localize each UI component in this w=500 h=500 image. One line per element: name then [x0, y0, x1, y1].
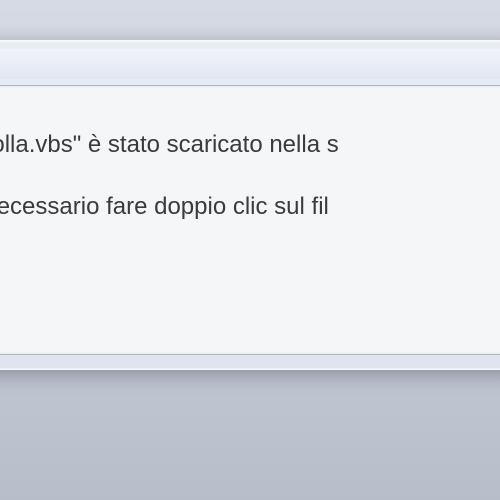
dialog-window: ontrolla.vbs" è stato scaricato nella s …	[0, 40, 500, 370]
dialog-titlebar[interactable]	[0, 49, 500, 79]
message-line-1: ontrolla.vbs" è stato scaricato nella s	[0, 126, 500, 164]
dialog-content: ontrolla.vbs" è stato scaricato nella s …	[0, 85, 500, 355]
message-line-2: , è necessario fare doppio clic sul fil	[0, 188, 500, 226]
